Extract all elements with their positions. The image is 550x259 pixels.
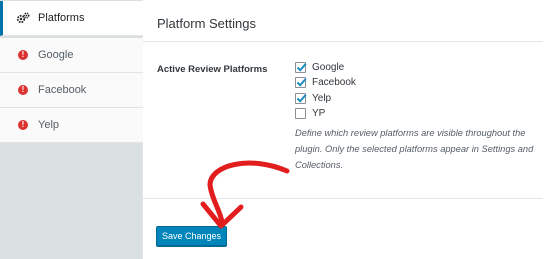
sidebar-item-label: Google bbox=[38, 49, 74, 61]
field-description: Define which review platforms are visibl… bbox=[295, 128, 534, 170]
settings-panel: Platform Settings Active Review Platform… bbox=[143, 0, 550, 259]
sidebar-item-platforms[interactable]: Platforms bbox=[0, 1, 143, 36]
sidebar-item-google[interactable]: ! Google bbox=[0, 38, 143, 73]
alert-icon: ! bbox=[16, 83, 30, 97]
field-label: Active Review Platforms bbox=[157, 64, 268, 75]
checkbox[interactable] bbox=[295, 107, 306, 119]
alert-icon: ! bbox=[16, 48, 30, 62]
settings-sidebar: Platforms ! Google ! Facebook ! Yelp bbox=[0, 0, 143, 259]
checkbox[interactable] bbox=[295, 76, 307, 88]
checkbox-label: Facebook bbox=[312, 76, 356, 88]
divider bbox=[143, 41, 543, 42]
checkbox-facebook[interactable]: Facebook bbox=[295, 75, 356, 89]
sidebar-item-label: Yelp bbox=[38, 119, 60, 131]
page-title: Platform Settings bbox=[157, 16, 256, 31]
checkbox-label: YP bbox=[312, 107, 326, 119]
sidebar-item-label: Platforms bbox=[38, 12, 85, 24]
checkbox-label: Yelp bbox=[312, 92, 332, 104]
checkbox[interactable] bbox=[295, 92, 307, 104]
checkbox-yelp[interactable]: Yelp bbox=[295, 91, 331, 105]
checkbox-google[interactable]: Google bbox=[295, 60, 344, 74]
sidebar-item-facebook[interactable]: ! Facebook bbox=[0, 73, 143, 108]
checkbox-label: Google bbox=[312, 61, 345, 73]
sidebar-item-yelp[interactable]: ! Yelp bbox=[0, 108, 143, 143]
checkbox-yp[interactable]: YP bbox=[295, 106, 325, 120]
alert-icon: ! bbox=[16, 118, 30, 132]
checkbox[interactable] bbox=[295, 61, 307, 73]
gears-icon bbox=[16, 11, 30, 25]
divider bbox=[143, 198, 543, 199]
save-changes-button[interactable]: Save Changes bbox=[156, 226, 227, 246]
sidebar-item-label: Facebook bbox=[38, 84, 87, 96]
